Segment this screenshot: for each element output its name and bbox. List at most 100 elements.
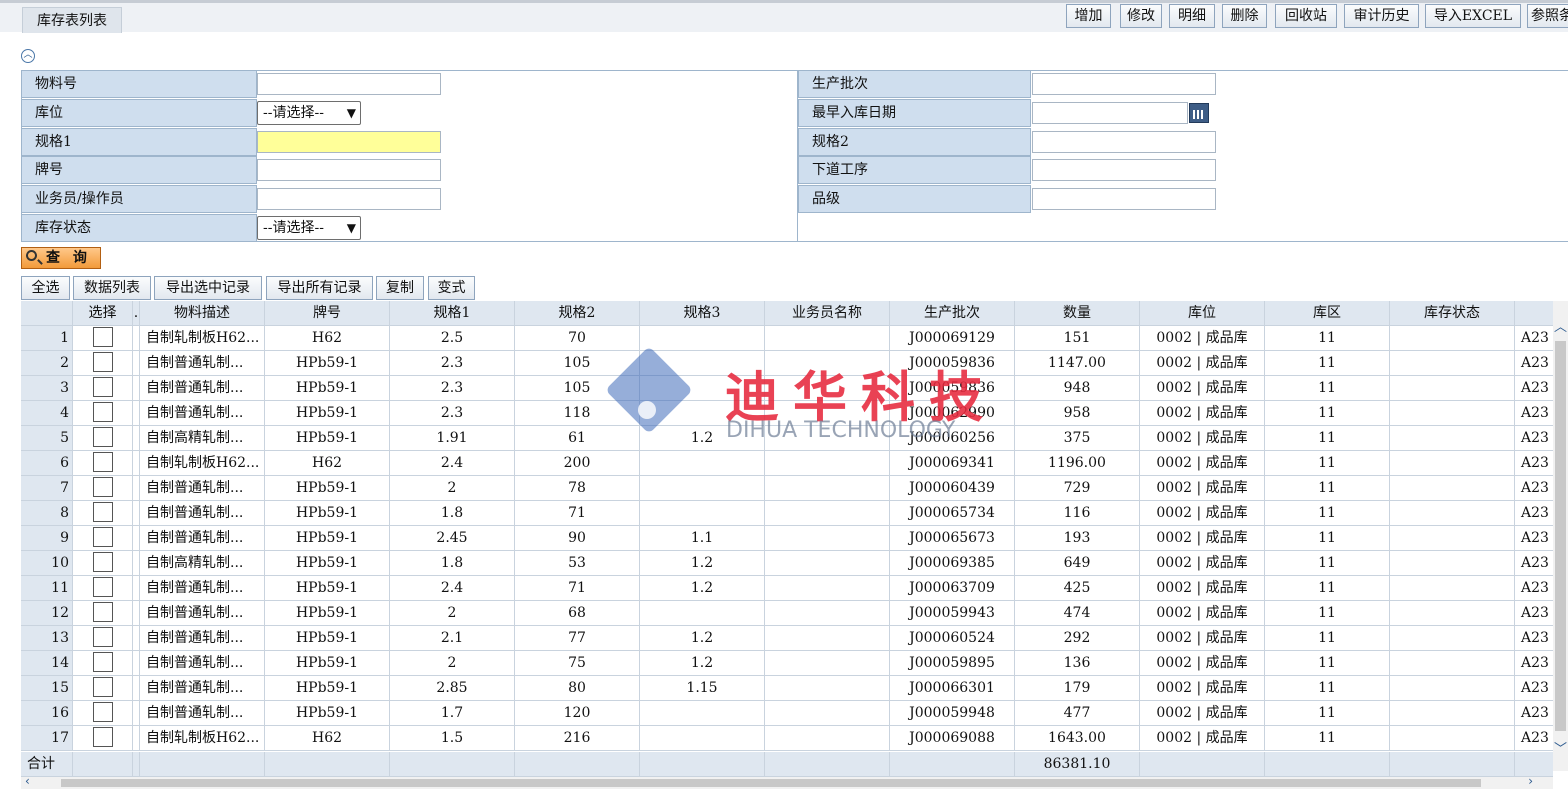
table-row[interactable]: 4 自制普通轧制... HPb59-1 2.3 118 J000062990 958 0002… [21, 401, 1553, 426]
table-row[interactable]: 5 自制高精轧制... HPb59-1 1.91 61 1.2 J000060256 375 0… [21, 426, 1553, 451]
action-button-1[interactable]: 全选 [21, 276, 70, 300]
table-row[interactable]: 9 自制普通轧制... HPb59-1 2.45 90 1.1 J000065673 193 0… [21, 526, 1553, 551]
collapse-icon[interactable]: ︿ [21, 49, 35, 63]
row-checkbox[interactable] [92, 352, 113, 372]
column-header[interactable]: 生产批次 [890, 301, 1015, 326]
row-checkbox[interactable] [92, 727, 113, 747]
action-button-2[interactable]: 数据列表 [73, 276, 151, 300]
column-header[interactable] [1515, 301, 1553, 326]
column-header[interactable]: 牌号 [265, 301, 390, 326]
row-checkbox[interactable] [92, 427, 113, 447]
column-header[interactable]: 库区 [1265, 301, 1390, 326]
toolbar-button-7[interactable]: 导入EXCEL [1425, 4, 1521, 28]
table-row[interactable]: 6 自制轧制板H62... H62 2.4 200 J000069341 1196.00 00… [21, 451, 1553, 476]
table-cell: A23 [1515, 726, 1553, 751]
table-row[interactable]: 3 自制普通轧制... HPb59-1 2.3 105 J000059836 948 0002… [21, 376, 1553, 401]
table-row[interactable]: 10 自制高精轧制... HPb59-1 1.8 53 1.2 J000069385 649 0… [21, 551, 1553, 576]
action-button-3[interactable]: 导出选中记录 [154, 276, 262, 300]
column-header[interactable]: 选择 [73, 301, 133, 326]
search-label-left-1: 物料号 [21, 70, 257, 98]
toolbar-button-6[interactable]: 审计历史 [1344, 4, 1419, 28]
query-button[interactable]: 查 询 [21, 247, 101, 269]
row-checkbox[interactable] [92, 677, 113, 697]
toolbar-button-8[interactable]: 参照条 [1527, 4, 1568, 28]
search-label-right-1: 生产批次 [798, 70, 1031, 98]
sum-cell [1515, 752, 1553, 777]
row-checkbox[interactable] [92, 377, 113, 397]
sum-cell [133, 752, 140, 777]
column-header[interactable]: 库存状态 [1390, 301, 1515, 326]
search-select-left-6[interactable]: --请选择-- ▼ [257, 216, 361, 240]
scroll-up-icon[interactable]: ︿ [1553, 319, 1568, 337]
table-row[interactable]: 7 自制普通轧制... HPb59-1 2 78 J000060439 729 0002 | … [21, 476, 1553, 501]
action-button-4[interactable]: 导出所有记录 [266, 276, 373, 300]
table-row[interactable]: 13 自制普通轧制... HPb59-1 2.1 77 1.2 J000060524 292 0… [21, 626, 1553, 651]
scroll-right-icon[interactable]: › [1528, 774, 1533, 788]
search-input-right-3[interactable] [1032, 131, 1216, 153]
column-header[interactable]: . [133, 301, 140, 326]
scroll-thumb[interactable] [1555, 341, 1566, 731]
search-label-left-4: 牌号 [21, 156, 257, 184]
horizontal-scrollbar[interactable]: ‹ › [21, 774, 1553, 789]
row-checkbox[interactable] [92, 652, 113, 672]
column-header[interactable]: 规格3 [640, 301, 765, 326]
search-input-left-4[interactable] [257, 159, 441, 181]
search-select-left-2[interactable]: --请选择-- ▼ [257, 101, 361, 125]
table-cell: 2 [390, 651, 515, 676]
row-checkbox[interactable] [92, 552, 113, 572]
table-row[interactable]: 15 自制普通轧制... HPb59-1 2.85 80 1.15 J000066301 17… [21, 676, 1553, 701]
toolbar-button-4[interactable]: 删除 [1222, 4, 1267, 28]
table-row[interactable]: 2 自制普通轧制... HPb59-1 2.3 105 J000059836 1147.00… [21, 351, 1553, 376]
row-checkbox[interactable] [92, 477, 113, 497]
table-row[interactable]: 12 自制普通轧制... HPb59-1 2 68 J000059943 474 0002 |… [21, 601, 1553, 626]
search-input-right-1[interactable] [1032, 73, 1216, 95]
column-header[interactable] [21, 301, 73, 326]
table-row[interactable]: 16 自制普通轧制... HPb59-1 1.7 120 J000059948 477 000… [21, 701, 1553, 726]
column-header[interactable]: 规格1 [390, 301, 515, 326]
search-input-left-5[interactable] [257, 188, 441, 210]
search-input-left-1[interactable] [257, 73, 441, 95]
row-checkbox[interactable] [92, 602, 113, 622]
row-checkbox[interactable] [92, 327, 113, 347]
vertical-scrollbar[interactable]: ︿ ﹀ [1553, 301, 1568, 771]
row-checkbox[interactable] [92, 452, 113, 472]
column-header[interactable]: 物料描述 [140, 301, 265, 326]
column-header[interactable]: 库位 [1140, 301, 1265, 326]
table-cell: 71 [515, 501, 640, 526]
action-button-5[interactable]: 复制 [376, 276, 424, 300]
toolbar-button-3[interactable]: 明细 [1169, 4, 1215, 28]
table-cell [1390, 451, 1515, 476]
row-checkbox[interactable] [92, 577, 113, 597]
table-row[interactable]: 11 自制普通轧制... HPb59-1 2.4 71 1.2 J000063709 425 0… [21, 576, 1553, 601]
table-cell: 11 [1265, 501, 1390, 526]
scroll-left-icon[interactable]: ‹ [25, 774, 30, 788]
table-cell: 1.2 [640, 426, 765, 451]
table-row[interactable]: 8 自制普通轧制... HPb59-1 1.8 71 J000065734 116 0002 … [21, 501, 1553, 526]
table-row[interactable]: 1 自制轧制板H62... H62 2.5 70 J000069129 151 0002 | … [21, 326, 1553, 351]
row-checkbox[interactable] [92, 527, 113, 547]
toolbar-button-2[interactable]: 修改 [1120, 4, 1162, 28]
column-header[interactable]: 数量 [1015, 301, 1140, 326]
hscroll-thumb[interactable] [61, 779, 1481, 787]
calendar-icon[interactable] [1189, 103, 1209, 123]
search-input-left-3[interactable] [257, 131, 441, 153]
row-checkbox[interactable] [92, 702, 113, 722]
search-input-right-2[interactable] [1032, 102, 1188, 124]
row-checkbox[interactable] [92, 627, 113, 647]
row-number: 16 [21, 701, 73, 726]
table-row[interactable]: 14 自制普通轧制... HPb59-1 2 75 1.2 J000059895 136 000… [21, 651, 1553, 676]
search-input-right-5[interactable] [1032, 188, 1216, 210]
table-cell: 1.91 [390, 426, 515, 451]
row-checkbox[interactable] [92, 402, 113, 422]
scroll-down-icon[interactable]: ﹀ [1553, 741, 1568, 759]
table-row[interactable]: 17 自制轧制板H62... H62 1.5 216 J000069088 1643.00 0… [21, 726, 1553, 751]
row-checkbox[interactable] [92, 502, 113, 522]
row-number: 15 [21, 676, 73, 701]
toolbar-button-5[interactable]: 回收站 [1275, 4, 1337, 28]
table-cell: 105 [515, 351, 640, 376]
search-input-right-4[interactable] [1032, 159, 1216, 181]
toolbar-button-1[interactable]: 增加 [1066, 4, 1111, 28]
column-header[interactable]: 业务员名称 [765, 301, 890, 326]
column-header[interactable]: 规格2 [515, 301, 640, 326]
action-button-6[interactable]: 变式 [428, 276, 475, 300]
